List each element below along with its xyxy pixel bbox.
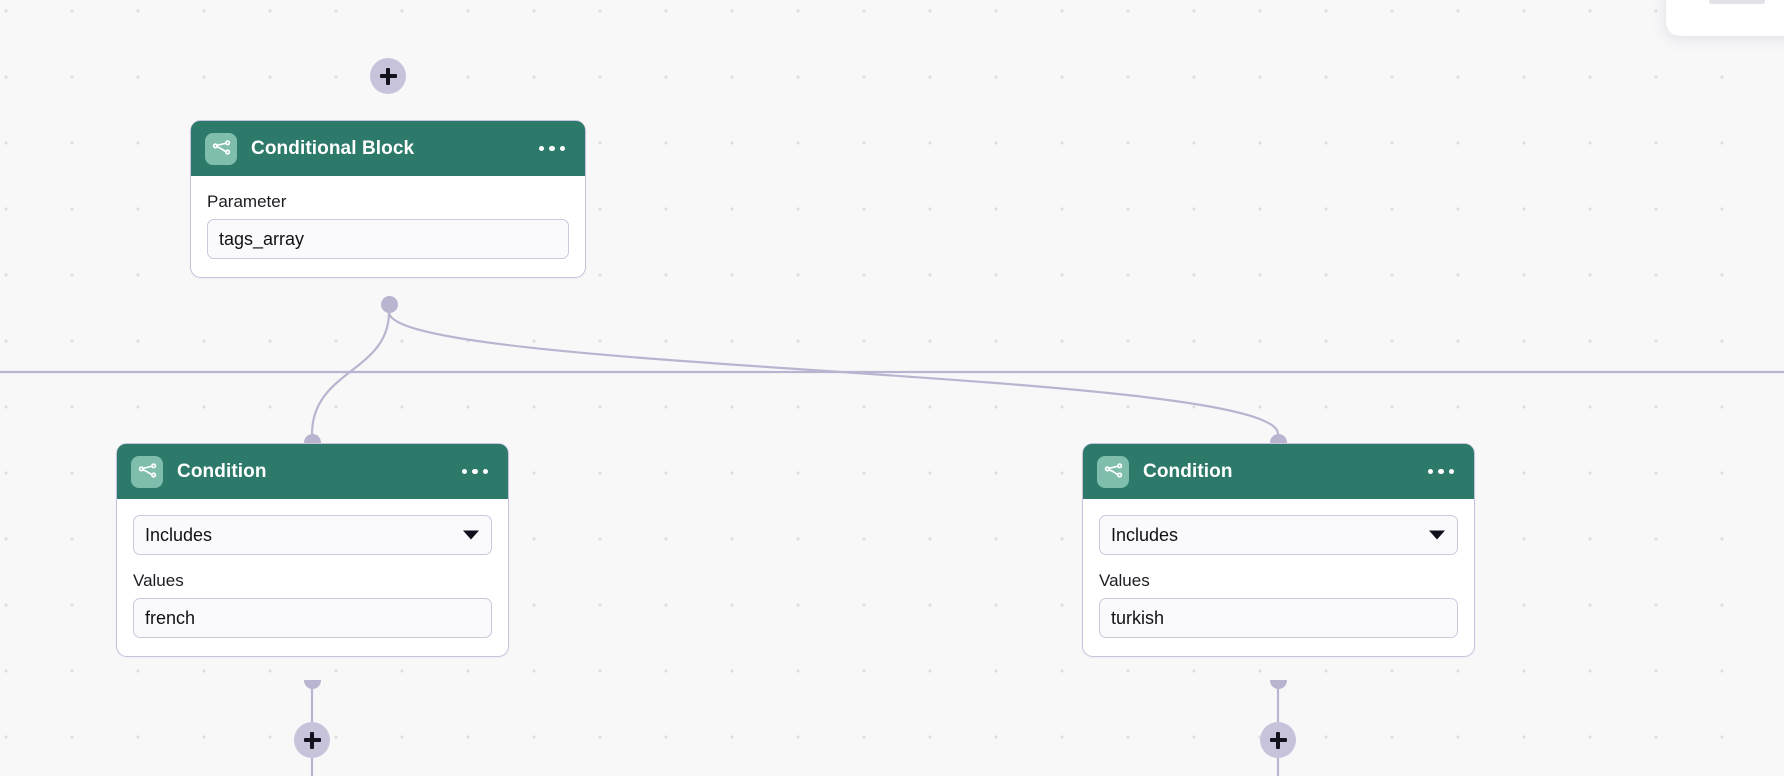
output-port-condition-right[interactable] bbox=[1270, 680, 1287, 689]
node-conditional-block[interactable]: Conditional Block Parameter bbox=[190, 120, 586, 279]
dot bbox=[472, 468, 478, 475]
node-condition-left[interactable]: Condition Includes Values bbox=[116, 443, 509, 658]
input-port-condition-right[interactable] bbox=[1270, 434, 1287, 443]
dot bbox=[559, 145, 565, 152]
floating-control-panel[interactable] bbox=[1666, 0, 1784, 36]
node-header: Conditional Block bbox=[191, 121, 585, 176]
parameter-input[interactable] bbox=[207, 219, 569, 260]
operator-select-wrapper[interactable]: Includes bbox=[133, 515, 492, 555]
branch-icon bbox=[205, 132, 237, 165]
add-node-button-below-condition-right[interactable]: + bbox=[1260, 722, 1296, 758]
values-input[interactable] bbox=[133, 598, 492, 639]
dot bbox=[461, 468, 467, 475]
workflow-canvas[interactable]: + Conditional Block Parameter bbox=[0, 0, 1784, 776]
input-port-condition-left[interactable] bbox=[304, 434, 321, 443]
operator-select-wrapper[interactable]: Includes bbox=[1099, 515, 1458, 555]
node-title: Condition bbox=[1143, 460, 1233, 482]
node-header: Condition bbox=[117, 444, 508, 499]
edge-root-to-condition-left bbox=[310, 311, 391, 435]
dot bbox=[482, 468, 488, 475]
dot bbox=[549, 145, 555, 152]
values-label: Values bbox=[1099, 571, 1150, 590]
node-header: Condition bbox=[1083, 444, 1474, 499]
node-condition-right[interactable]: Condition Includes Values bbox=[1082, 443, 1475, 658]
node-more-options-button[interactable] bbox=[537, 140, 568, 158]
node-more-options-button[interactable] bbox=[1426, 463, 1457, 481]
node-body: Parameter bbox=[191, 176, 585, 277]
parameter-label: Parameter bbox=[207, 192, 287, 211]
node-body: Includes Values bbox=[1083, 499, 1474, 656]
dot bbox=[1438, 468, 1444, 475]
output-port-conditional-block[interactable] bbox=[381, 296, 398, 313]
operator-select[interactable]: Includes bbox=[1099, 515, 1458, 555]
dot bbox=[1448, 468, 1454, 475]
operator-select[interactable]: Includes bbox=[133, 515, 492, 555]
node-more-options-button[interactable] bbox=[460, 463, 491, 481]
add-node-button-below-condition-left[interactable]: + bbox=[294, 722, 330, 758]
values-label: Values bbox=[133, 571, 184, 590]
node-body: Includes Values bbox=[117, 499, 508, 656]
panel-handle bbox=[1709, 0, 1765, 4]
connector-layer bbox=[0, 300, 1784, 776]
branch-icon bbox=[1097, 455, 1129, 488]
add-node-button-top[interactable]: + bbox=[370, 58, 406, 94]
dot bbox=[538, 145, 544, 152]
node-title: Condition bbox=[177, 460, 267, 482]
values-input[interactable] bbox=[1099, 598, 1458, 639]
edge-root-to-condition-right bbox=[387, 311, 1280, 435]
node-title: Conditional Block bbox=[251, 137, 415, 159]
dot bbox=[1427, 468, 1433, 475]
branch-icon bbox=[131, 455, 163, 488]
output-port-condition-left[interactable] bbox=[304, 680, 321, 689]
